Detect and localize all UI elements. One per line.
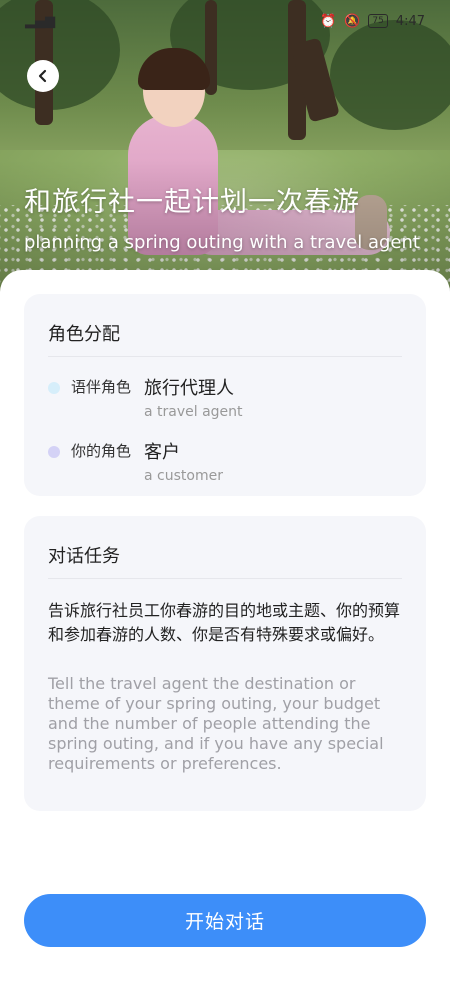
partner-role-value: 旅行代理人 — [144, 378, 234, 399]
page-subtitle: planning a spring outing with a travel a… — [24, 232, 420, 253]
user-role-dot — [48, 446, 60, 458]
signal-icon: ▂▄▆ — [25, 13, 55, 29]
role-card-title: 角色分配 — [48, 324, 120, 345]
task-card-title: 对话任务 — [48, 546, 120, 567]
partner-role-english: a travel agent — [144, 404, 243, 420]
alarm-icon: ⏰ — [319, 13, 337, 29]
hero-image — [0, 0, 450, 300]
partner-role-dot — [48, 382, 60, 394]
status-left: ▂▄▆ — [25, 14, 55, 29]
status-time: 4:47 — [395, 13, 425, 29]
user-role-english: a customer — [144, 468, 223, 484]
task-description-chinese: 告诉旅行社员工你春游的目的地或主题、你的预算和参加春游的人数、你是否有特殊要求或… — [48, 601, 401, 644]
start-conversation-button[interactable]: 开始对话 — [24, 894, 426, 947]
mute-icon: 🔕 — [344, 13, 361, 29]
user-role-value: 客户 — [144, 442, 180, 463]
divider — [48, 578, 402, 579]
role-assignment-card: 角色分配 语伴角色 旅行代理人 a travel agent 你的角色 客户 a… — [24, 294, 426, 496]
battery-icon: 75 — [368, 14, 388, 28]
status-bar: ▂▄▆ ⏰ 🔕 75 4:47 — [25, 10, 425, 32]
task-description-english: Tell the travel agent the destination or… — [48, 674, 384, 773]
page-title: 和旅行社一起计划一次春游 — [24, 187, 360, 218]
chevron-left-icon — [38, 69, 47, 83]
dialogue-task-card: 对话任务 告诉旅行社员工你春游的目的地或主题、你的预算和参加春游的人数、你是否有… — [24, 516, 426, 811]
user-role-label: 你的角色 — [71, 442, 132, 460]
partner-role-label: 语伴角色 — [71, 378, 132, 396]
back-button[interactable] — [27, 60, 59, 92]
divider — [48, 356, 402, 357]
status-right: ⏰ 🔕 75 4:47 — [320, 14, 425, 29]
